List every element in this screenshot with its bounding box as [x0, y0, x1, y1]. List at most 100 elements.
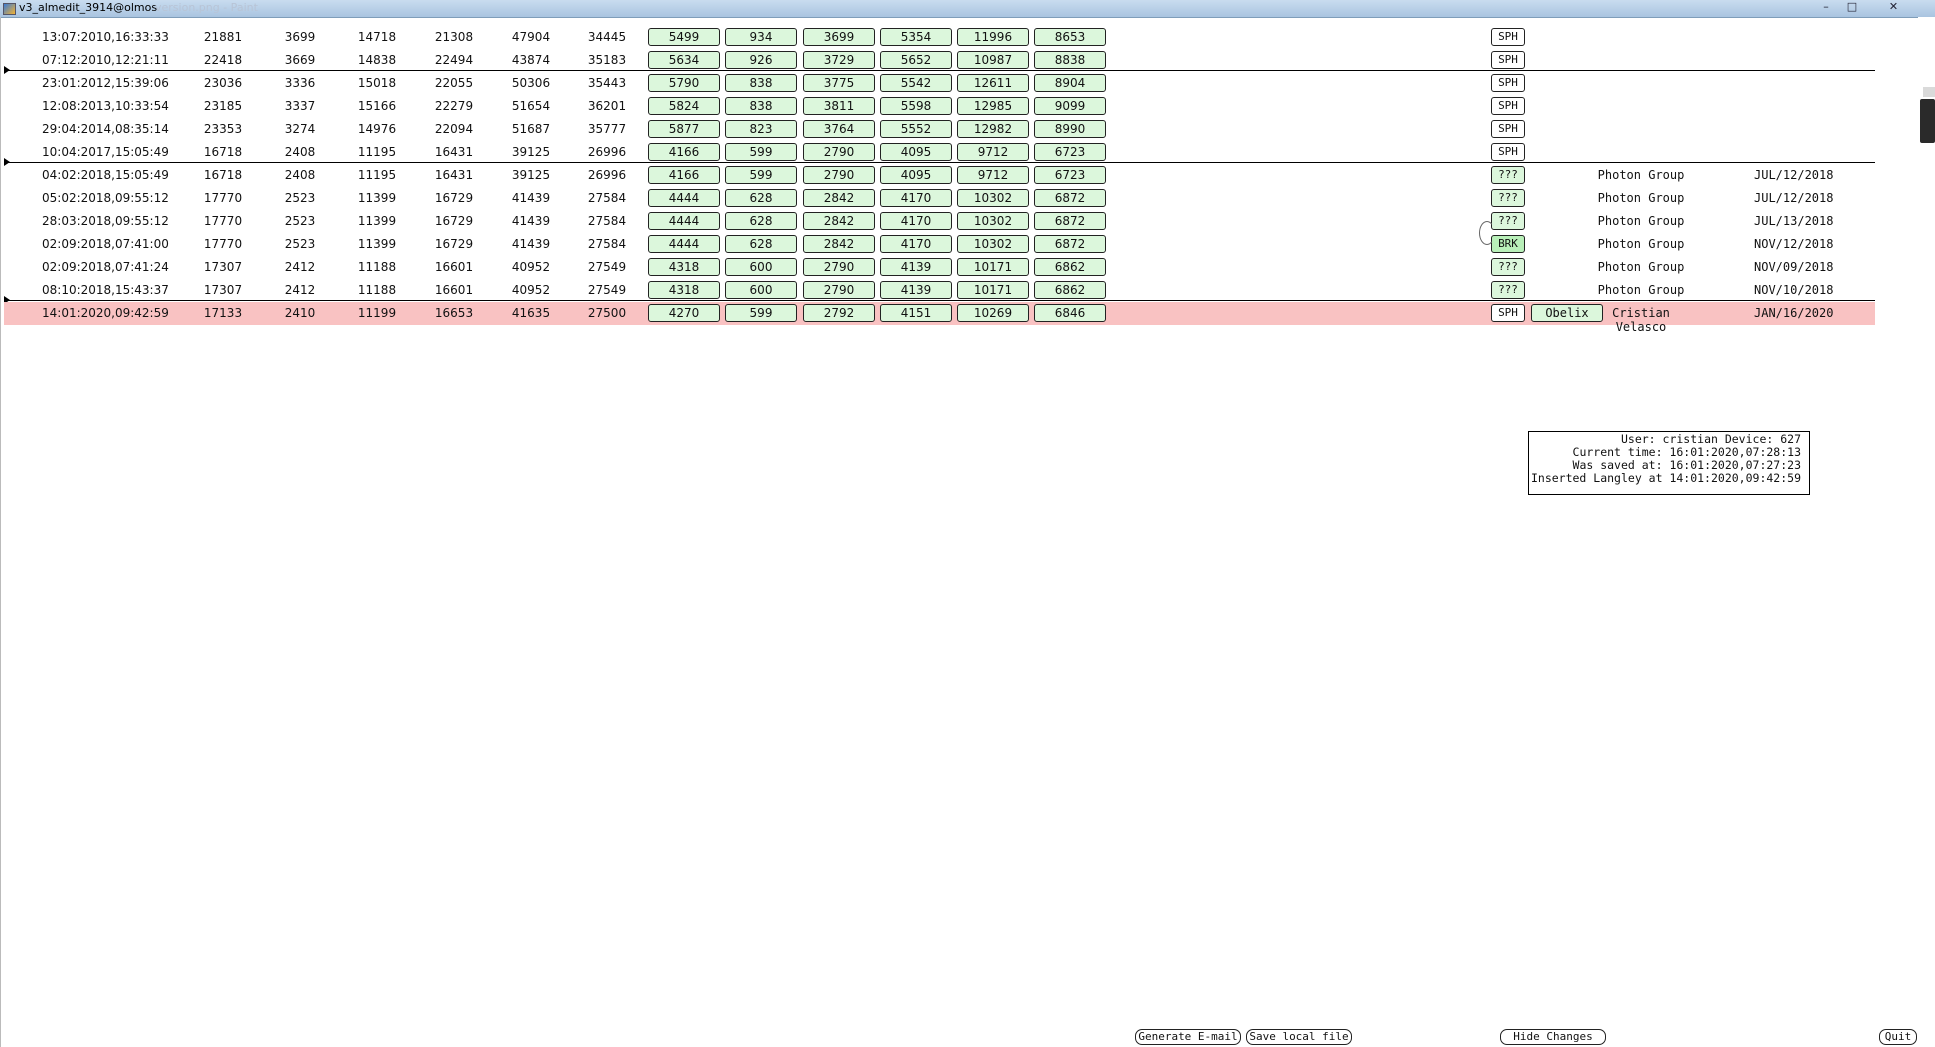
editable-value-field[interactable]: 3729 [803, 51, 875, 69]
editable-value-field[interactable]: 4170 [880, 189, 952, 207]
editable-value-field[interactable]: 4170 [880, 212, 952, 230]
editable-value-field[interactable]: 3775 [803, 74, 875, 92]
table-row[interactable]: 02:09:2018,07:41:00 17770 2523 11399 16729 41… [4, 233, 1875, 256]
status-button[interactable]: ??? [1491, 258, 1525, 276]
editable-value-field[interactable]: 6723 [1034, 143, 1106, 161]
editable-value-field[interactable]: 5552 [880, 120, 952, 138]
editable-value-field[interactable]: 10269 [957, 304, 1029, 322]
editable-value-field[interactable]: 823 [725, 120, 797, 138]
editable-value-field[interactable]: 600 [725, 258, 797, 276]
editable-value-field[interactable]: 6862 [1034, 258, 1106, 276]
editable-value-field[interactable]: 10987 [957, 51, 1029, 69]
editable-value-field[interactable]: 6872 [1034, 212, 1106, 230]
editable-value-field[interactable]: 4166 [648, 143, 720, 161]
status-button[interactable]: SPH [1491, 120, 1525, 138]
editable-value-field[interactable]: 10302 [957, 235, 1029, 253]
scrollbar-thumb[interactable] [1920, 99, 1935, 143]
editable-value-field[interactable]: 6723 [1034, 166, 1106, 184]
editable-value-field[interactable]: 8904 [1034, 74, 1106, 92]
hide-changes-button[interactable]: Hide Changes [1500, 1029, 1606, 1045]
vertical-scrollbar[interactable] [1918, 17, 1935, 1047]
table-row[interactable]: 13:07:2010,16:33:33 21881 3699 14718 21308 47… [4, 26, 1875, 49]
table-row[interactable]: 05:02:2018,09:55:12 17770 2523 11399 16729 41… [4, 187, 1875, 210]
editable-value-field[interactable]: 934 [725, 28, 797, 46]
editable-value-field[interactable]: 12611 [957, 74, 1029, 92]
editable-value-field[interactable]: 12982 [957, 120, 1029, 138]
editable-value-field[interactable]: 4095 [880, 143, 952, 161]
editable-value-field[interactable]: 2842 [803, 212, 875, 230]
close-button[interactable]: ✕ [1866, 0, 1921, 15]
editable-value-field[interactable]: 4270 [648, 304, 720, 322]
editable-value-field[interactable]: 4170 [880, 235, 952, 253]
editable-value-field[interactable]: 10171 [957, 258, 1029, 276]
table-row[interactable]: 08:10:2018,15:43:37 17307 2412 11188 16601 40… [4, 279, 1875, 302]
editable-value-field[interactable]: 4139 [880, 281, 952, 299]
status-button[interactable]: SPH [1491, 304, 1525, 322]
table-row[interactable]: 07:12:2010,12:21:11 22418 3669 14838 22494 43… [4, 49, 1875, 72]
editable-value-field[interactable]: 600 [725, 281, 797, 299]
table-row[interactable]: 14:01:2020,09:42:59 17133 2410 11199 16653 41… [4, 302, 1875, 334]
editable-value-field[interactable]: 5499 [648, 28, 720, 46]
editable-value-field[interactable]: 599 [725, 166, 797, 184]
editable-value-field[interactable]: 838 [725, 74, 797, 92]
editable-value-field[interactable]: 2842 [803, 189, 875, 207]
save-local-file-button[interactable]: Save local file [1246, 1029, 1352, 1045]
table-row[interactable]: 04:02:2018,15:05:49 16718 2408 11195 16431 39… [4, 164, 1875, 187]
status-button[interactable]: ??? [1491, 212, 1525, 230]
editable-value-field[interactable]: 12985 [957, 97, 1029, 115]
editable-value-field[interactable]: 8653 [1034, 28, 1106, 46]
editable-value-field[interactable]: 8990 [1034, 120, 1106, 138]
editable-value-field[interactable]: 3764 [803, 120, 875, 138]
editable-value-field[interactable]: 6862 [1034, 281, 1106, 299]
status-button[interactable]: SPH [1491, 97, 1525, 115]
instrument-button[interactable]: Obelix [1531, 304, 1603, 322]
editable-value-field[interactable]: 3811 [803, 97, 875, 115]
editable-value-field[interactable]: 838 [725, 97, 797, 115]
editable-value-field[interactable]: 4444 [648, 235, 720, 253]
table-row[interactable]: 02:09:2018,07:41:24 17307 2412 11188 16601 40… [4, 256, 1875, 279]
table-row[interactable]: 12:08:2013,10:33:54 23185 3337 15166 22279 51… [4, 95, 1875, 118]
editable-value-field[interactable]: 5634 [648, 51, 720, 69]
editable-value-field[interactable]: 5652 [880, 51, 952, 69]
status-button[interactable]: ??? [1491, 189, 1525, 207]
editable-value-field[interactable]: 599 [725, 304, 797, 322]
editable-value-field[interactable]: 5598 [880, 97, 952, 115]
editable-value-field[interactable]: 9712 [957, 143, 1029, 161]
editable-value-field[interactable]: 5790 [648, 74, 720, 92]
editable-value-field[interactable]: 6846 [1034, 304, 1106, 322]
editable-value-field[interactable]: 4139 [880, 258, 952, 276]
editable-value-field[interactable]: 4318 [648, 281, 720, 299]
editable-value-field[interactable]: 2842 [803, 235, 875, 253]
table-row[interactable]: 23:01:2012,15:39:06 23036 3336 15018 22055 50… [4, 72, 1875, 95]
editable-value-field[interactable]: 4444 [648, 189, 720, 207]
editable-value-field[interactable]: 628 [725, 212, 797, 230]
status-button[interactable]: SPH [1491, 143, 1525, 161]
status-button[interactable]: SPH [1491, 28, 1525, 46]
status-button[interactable]: SPH [1491, 51, 1525, 69]
editable-value-field[interactable]: 10171 [957, 281, 1029, 299]
editable-value-field[interactable]: 2790 [803, 281, 875, 299]
editable-value-field[interactable]: 2790 [803, 143, 875, 161]
editable-value-field[interactable]: 4151 [880, 304, 952, 322]
editable-value-field[interactable]: 9712 [957, 166, 1029, 184]
status-button[interactable]: ??? [1491, 166, 1525, 184]
editable-value-field[interactable]: 5877 [648, 120, 720, 138]
maximize-button[interactable]: □ [1840, 0, 1864, 15]
minimize-button[interactable]: – [1814, 0, 1838, 15]
editable-value-field[interactable]: 599 [725, 143, 797, 161]
editable-value-field[interactable]: 11996 [957, 28, 1029, 46]
editable-value-field[interactable]: 8838 [1034, 51, 1106, 69]
editable-value-field[interactable]: 2790 [803, 258, 875, 276]
editable-value-field[interactable]: 6872 [1034, 189, 1106, 207]
editable-value-field[interactable]: 5542 [880, 74, 952, 92]
editable-value-field[interactable]: 4095 [880, 166, 952, 184]
generate-email-button[interactable]: Generate E-mail [1135, 1029, 1241, 1045]
editable-value-field[interactable]: 6872 [1034, 235, 1106, 253]
table-row[interactable]: 10:04:2017,15:05:49 16718 2408 11195 16431 39… [4, 141, 1875, 164]
editable-value-field[interactable]: 926 [725, 51, 797, 69]
editable-value-field[interactable]: 4166 [648, 166, 720, 184]
editable-value-field[interactable]: 628 [725, 189, 797, 207]
editable-value-field[interactable]: 10302 [957, 189, 1029, 207]
status-button[interactable]: ??? [1491, 281, 1525, 299]
table-row[interactable]: 28:03:2018,09:55:12 17770 2523 11399 16729 41… [4, 210, 1875, 233]
